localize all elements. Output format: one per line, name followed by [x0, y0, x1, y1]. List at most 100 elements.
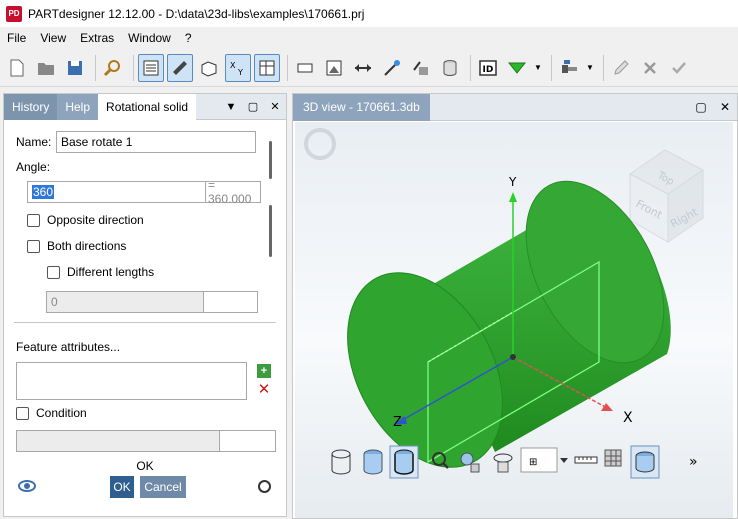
view-cube[interactable]: Top Front Right — [629, 149, 704, 243]
tab-help[interactable]: Help — [57, 93, 99, 120]
image-frame-icon[interactable] — [321, 54, 347, 82]
view-mode-dropdown[interactable] — [520, 447, 558, 473]
feature-attributes-list[interactable] — [16, 362, 247, 400]
y-axis-label: Y — [508, 175, 517, 189]
check-icon[interactable] — [666, 54, 692, 82]
dropdown-icon[interactable]: ▼ — [220, 101, 242, 113]
both-directions-label: Both directions — [47, 239, 127, 253]
view-panel: 3D view - 170661.3db ▢ ✕ Top Front Right… — [292, 93, 738, 519]
scrollbar[interactable] — [269, 205, 272, 257]
z-axis-label: Z — [393, 415, 402, 430]
3d-canvas[interactable]: Top Front Right Y X Z ⊞ » — [295, 122, 733, 518]
open-folder-icon[interactable] — [33, 54, 59, 82]
different-lengths-checkbox[interactable] — [47, 265, 60, 279]
maximize-icon[interactable]: ▢ — [242, 100, 264, 113]
angle-field[interactable]: 360 — [27, 181, 205, 203]
menu-extras[interactable]: Extras — [73, 27, 121, 49]
origin-point — [510, 354, 516, 360]
view-mode-dropdown-icon[interactable] — [560, 458, 568, 463]
menu-file[interactable]: File — [0, 27, 33, 49]
toolbar-separator — [287, 54, 288, 81]
cancel-button[interactable]: Cancel — [140, 476, 186, 498]
menu-help[interactable]: ? — [178, 27, 199, 49]
dimension-icon[interactable] — [350, 54, 376, 82]
id-icon[interactable]: ID — [475, 54, 501, 82]
opposite-direction-label: Opposite direction — [47, 213, 144, 227]
more-icon[interactable]: » — [689, 454, 698, 470]
view-controls: ▢ ✕ — [689, 100, 737, 114]
box-icon[interactable] — [196, 54, 222, 82]
view-tabbar: 3D view - 170661.3db ▢ ✕ — [293, 93, 737, 121]
delete-icon[interactable] — [637, 54, 663, 82]
bolt-icon[interactable] — [556, 54, 582, 82]
angle-result: = 360.000 — [205, 178, 261, 206]
svg-text:Y: Y — [237, 68, 243, 77]
menu-bar: File View Extras Window ? — [0, 27, 738, 49]
feature-attributes-label: Feature attributes... — [16, 340, 121, 354]
different-lengths-label: Different lengths — [67, 265, 155, 279]
view-toolbar: ⊞ » — [331, 445, 698, 479]
menu-view[interactable]: View — [33, 27, 73, 49]
ok-button[interactable]: OK — [110, 476, 134, 498]
cylinder-tool-icon[interactable] — [292, 54, 318, 82]
svg-text:ID: ID — [483, 65, 494, 75]
magic-wand-icon[interactable] — [379, 54, 405, 82]
scrollbar[interactable] — [269, 141, 272, 179]
close-icon[interactable]: ✕ — [713, 100, 737, 114]
mesh-icon[interactable] — [604, 449, 622, 467]
condition-checkbox[interactable] — [16, 406, 29, 420]
3d-scene: Top Front Right Y X Z ⊞ » — [304, 128, 704, 479]
condition-field[interactable] — [16, 430, 220, 452]
panel-controls: ▼ ▢ ✕ — [220, 100, 286, 114]
panel-tabbar: History Help Rotational solid ▼ ▢ ✕ — [4, 93, 286, 120]
toolbar-separator — [551, 54, 552, 81]
tab-rotational-solid[interactable]: Rotational solid — [98, 93, 197, 120]
filter-icon[interactable] — [504, 54, 530, 82]
toolbar-separator — [470, 54, 471, 81]
search-icon[interactable] — [100, 54, 126, 82]
y-axis-arrow — [509, 192, 517, 202]
shaded-icon[interactable] — [363, 449, 383, 475]
menu-window[interactable]: Window — [121, 27, 178, 49]
export-icon[interactable] — [408, 54, 434, 82]
xyz-axis-icon[interactable]: XY — [225, 53, 251, 82]
svg-text:X: X — [230, 61, 236, 70]
table-icon[interactable] — [254, 53, 280, 82]
filter-dropdown-icon[interactable]: ▼ — [533, 54, 543, 82]
rotate-icon[interactable] — [493, 453, 513, 473]
app-icon: PD — [6, 5, 22, 22]
wireframe-icon[interactable] — [331, 449, 351, 475]
tab-history[interactable]: History — [4, 93, 58, 120]
angle-label: Angle: — [16, 160, 51, 174]
x-axis-arrow — [601, 403, 613, 411]
section-view-icon — [635, 451, 655, 473]
ok-status-text: OK — [136, 459, 154, 473]
main-toolbar: XY ID ▼ ▼ — [0, 49, 738, 87]
length-result — [204, 291, 258, 313]
ruler-icon[interactable] — [574, 456, 598, 464]
add-attribute-icon[interactable]: + — [257, 364, 271, 378]
opposite-direction-checkbox[interactable] — [27, 213, 40, 227]
name-field[interactable]: Base rotate 1 — [56, 131, 256, 153]
list-view-icon[interactable] — [138, 53, 164, 82]
bolt-dropdown-icon[interactable]: ▼ — [585, 54, 595, 82]
x-axis-label: X — [623, 410, 633, 426]
title-bar: PD PARTdesigner 12.12.00 - D:\data\23d-l… — [0, 0, 738, 27]
eye-icon[interactable] — [18, 480, 36, 492]
new-document-icon[interactable] — [4, 54, 30, 82]
both-directions-checkbox[interactable] — [27, 239, 40, 253]
tab-3d-view[interactable]: 3D view - 170661.3db — [293, 93, 430, 121]
remove-attribute-icon[interactable]: ✕ — [257, 382, 271, 397]
loading-icon — [304, 128, 336, 160]
save-icon[interactable] — [62, 54, 88, 82]
sketch-icon[interactable] — [167, 53, 193, 82]
length-field[interactable]: 0 — [46, 291, 204, 313]
zoom-icon[interactable] — [258, 480, 271, 493]
separator — [14, 322, 276, 323]
database-icon[interactable] — [437, 54, 463, 82]
close-icon[interactable]: ✕ — [264, 100, 286, 113]
edit-icon[interactable] — [608, 54, 634, 82]
maximize-icon[interactable]: ▢ — [689, 100, 713, 114]
eye-pupil — [24, 483, 30, 489]
window-title: PARTdesigner 12.12.00 - D:\data\23d-libs… — [28, 6, 365, 21]
